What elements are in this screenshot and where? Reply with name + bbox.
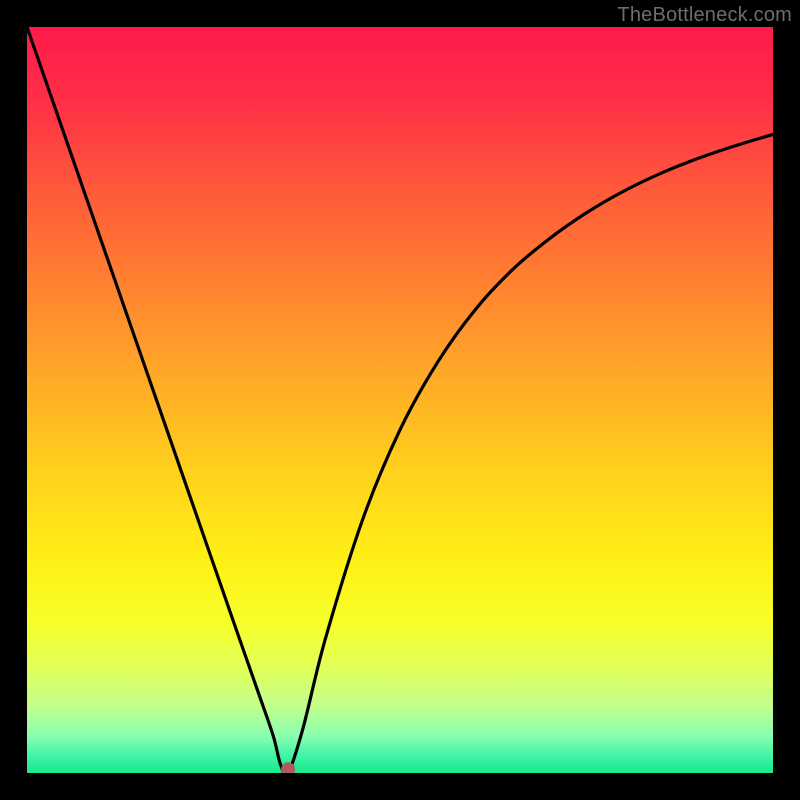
- watermark-text: TheBottleneck.com: [617, 4, 792, 27]
- bottleneck-chart: [27, 27, 773, 773]
- plot-area: [27, 27, 773, 773]
- gradient-background: [27, 27, 773, 773]
- chart-frame: TheBottleneck.com: [0, 0, 800, 800]
